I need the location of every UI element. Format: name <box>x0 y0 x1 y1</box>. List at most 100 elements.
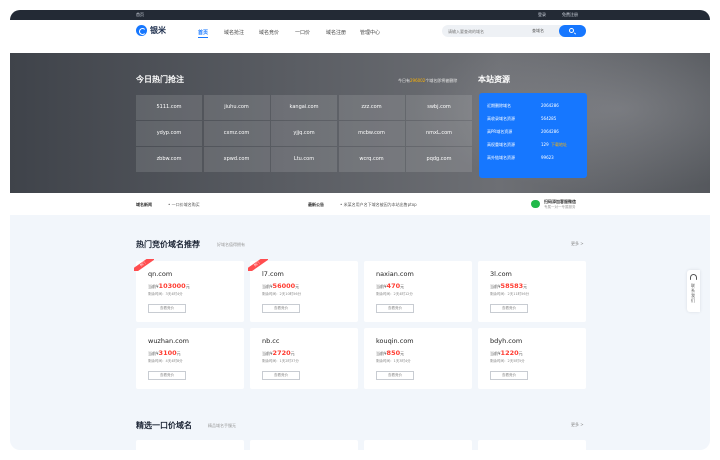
contact-float[interactable]: 联系我们 <box>687 270 700 312</box>
resource-label: 高权重域名资源 <box>487 142 515 147</box>
nav-snapback[interactable]: 域名抢注 <box>224 29 244 36</box>
page-frame: 首页 登录 免费注册 银米 首页 域名抢注 域名竞价 一口价 域名注册 管理中心… <box>10 10 710 450</box>
resource-row[interactable]: 高PR域名资源 2064286 <box>487 129 583 135</box>
view-bid-button[interactable]: 查看竞价 <box>262 304 300 313</box>
hot-domain-cell[interactable]: Ltu.com <box>271 147 337 172</box>
fixed-more-link[interactable]: 更多 > <box>571 422 584 428</box>
price-unit: 元 <box>176 351 181 356</box>
domain-name[interactable]: bdyh.com <box>490 337 522 345</box>
domain-name[interactable]: naxian.com <box>376 270 414 278</box>
price-unit: 元 <box>185 284 190 289</box>
resource-note: 下载地址 <box>551 142 567 147</box>
remaining-time: 剩余时间：2天11时56分 <box>490 292 530 296</box>
search-input[interactable] <box>448 27 528 35</box>
nav-manage[interactable]: 管理中心 <box>360 29 380 36</box>
view-bid-button[interactable]: 查看竞价 <box>376 304 414 313</box>
auction-card[interactable]: bdyh.com 当前¥1220元剩余时间：2天5时5分查看竞价 <box>478 328 586 389</box>
hot-domain-cell[interactable]: zbbw.com <box>136 147 202 172</box>
price-value: 3100 <box>158 349 177 357</box>
hot-domain-cell[interactable]: ydyp.com <box>136 121 202 146</box>
price-unit: 元 <box>400 351 405 356</box>
domain-name[interactable]: kouqin.com <box>376 337 414 345</box>
hot-domain-cell[interactable]: xpwd.com <box>203 147 270 172</box>
price-prefix: 当前¥ <box>376 351 387 356</box>
view-bid-button[interactable]: 查看竞价 <box>148 371 186 380</box>
fixed-card[interactable] <box>364 440 472 450</box>
view-bid-button[interactable]: 查看竞价 <box>376 371 414 380</box>
hot-domain-cell[interactable]: 5111.com <box>136 95 202 120</box>
auction-card[interactable]: nb.cc 当前¥2720元 剩余时间：1天2时37分 查看竞价 <box>250 328 358 389</box>
auction-card[interactable]: 3l.com 当前¥58583元剩余时间：2天11时56分查看竞价 <box>478 261 586 322</box>
register-link[interactable]: 免费注册 <box>562 12 578 18</box>
auction-card[interactable]: kouqin.com 当前¥850元 剩余时间：1天3时4分 查看竞价 <box>364 328 472 389</box>
remaining-time: 剩余时间：2天4时12分 <box>376 292 413 296</box>
price-unit: 元 <box>523 284 528 289</box>
remaining-time: 剩余时间：3天4时4分 <box>148 292 183 296</box>
price-unit: 元 <box>295 284 300 289</box>
hot-domain-cell[interactable]: wcrq.com <box>338 147 405 172</box>
domain-name[interactable]: l7.com <box>262 270 284 278</box>
price-value: 1220 <box>500 349 519 357</box>
price-prefix: 当前¥ <box>148 284 159 289</box>
hot-domain-cell[interactable]: jiuhu.com <box>203 95 270 120</box>
current-price: 当前¥850元 <box>376 349 404 357</box>
top-home-link[interactable]: 首页 <box>136 12 144 18</box>
nav-home[interactable]: 首页 <box>198 29 209 38</box>
auction-card[interactable]: wuzhan.com 当前¥3100元 剩余时间：4天4时8分 查看竞价 <box>136 328 244 389</box>
current-price: 当前¥56000元 <box>262 282 299 290</box>
domain-name[interactable]: nb.cc <box>262 337 279 345</box>
current-price: 当前¥470元 <box>376 282 404 290</box>
hot-domain-cell[interactable]: cxmz.com <box>203 121 270 146</box>
remaining-time: 剩余时间：2天5时5分 <box>490 359 525 363</box>
wechat-sub: 专属一对一专属服务 <box>544 205 576 209</box>
fixed-card[interactable] <box>478 440 586 450</box>
notice-item[interactable]: • 米某名用户名下域名被因为本站出售ptop <box>340 202 417 208</box>
current-price: 当前¥58583元 <box>490 282 527 290</box>
hot-domain-cell[interactable]: swbj.com <box>406 95 472 120</box>
hot-domain-cell[interactable]: zzz.com <box>338 95 405 120</box>
resource-count: 2064286 <box>541 103 559 108</box>
current-price: 当前¥1220元 <box>490 349 523 357</box>
fixed-card[interactable] <box>250 440 358 450</box>
hot-domain-cell[interactable]: yjjq.com <box>271 121 337 146</box>
hot-domain-cell[interactable]: pqdg.com <box>406 147 472 172</box>
nav-fixed-price[interactable]: 一口价 <box>295 29 310 36</box>
price-value: 850 <box>386 349 401 357</box>
resource-row[interactable]: 近期删除域名 2064286 <box>487 103 583 109</box>
hot-domain-cell[interactable]: mcbw.com <box>338 121 405 146</box>
resource-label: 高收录域名资源 <box>487 116 515 121</box>
view-bid-button[interactable]: 查看竞价 <box>490 304 528 313</box>
domain-name[interactable]: 3l.com <box>490 270 512 278</box>
hot-domain-cell[interactable]: kangai.com <box>271 95 337 120</box>
nav-register[interactable]: 域名注册 <box>326 29 346 36</box>
resource-count: 129 <box>541 142 549 147</box>
resource-row[interactable]: 高外链域名资源 99623 <box>487 155 583 161</box>
domain-name[interactable]: wuzhan.com <box>148 337 189 345</box>
hero-section: 今日热门抢注 今日有296002个域名即将被删除 本站资源 5111.com ji… <box>10 53 710 193</box>
stat-prefix: 今日有 <box>398 78 410 83</box>
auction-card[interactable]: 热门 qn.com 当前¥103000元 剩余时间：3天4时4分 查看竞价 <box>134 259 244 322</box>
domain-name[interactable]: qn.com <box>148 270 172 278</box>
auction-card[interactable]: 热门 l7.com 当前¥56000元 剩余时间：2天10时56分 查看竞价 <box>248 259 358 322</box>
hot-domain-cell[interactable]: nmxL.com <box>406 121 472 146</box>
view-bid-button[interactable]: 查看竞价 <box>148 304 186 313</box>
brand-logo[interactable]: 银米 <box>136 25 166 36</box>
search-type-select[interactable]: 查域名 <box>532 28 544 34</box>
fixed-card[interactable] <box>136 440 244 450</box>
price-unit: 元 <box>518 351 523 356</box>
stat-count: 296002 <box>410 78 426 83</box>
resource-row[interactable]: 高收录域名资源 564285 <box>487 116 583 122</box>
view-bid-button[interactable]: 查看竞价 <box>262 371 300 380</box>
search-button[interactable] <box>559 25 586 37</box>
price-value: 58583 <box>500 282 524 290</box>
nav-auction[interactable]: 域名竞价 <box>259 29 279 36</box>
fixed-title: 精选一口价域名 <box>136 421 192 430</box>
price-unit: 元 <box>400 284 405 289</box>
login-link[interactable]: 登录 <box>538 12 546 18</box>
auction-more-link[interactable]: 更多 > <box>571 241 584 247</box>
view-bid-button[interactable]: 查看竞价 <box>490 371 528 380</box>
resource-title: 本站资源 <box>478 75 510 84</box>
resource-row[interactable]: 高权重域名资源 129 下载地址 <box>487 142 583 148</box>
auction-card[interactable]: naxian.com 当前¥470元剩余时间：2天4时12分查看竞价 <box>364 261 472 322</box>
news-item[interactable]: • 一口价域名购买 <box>168 202 200 208</box>
